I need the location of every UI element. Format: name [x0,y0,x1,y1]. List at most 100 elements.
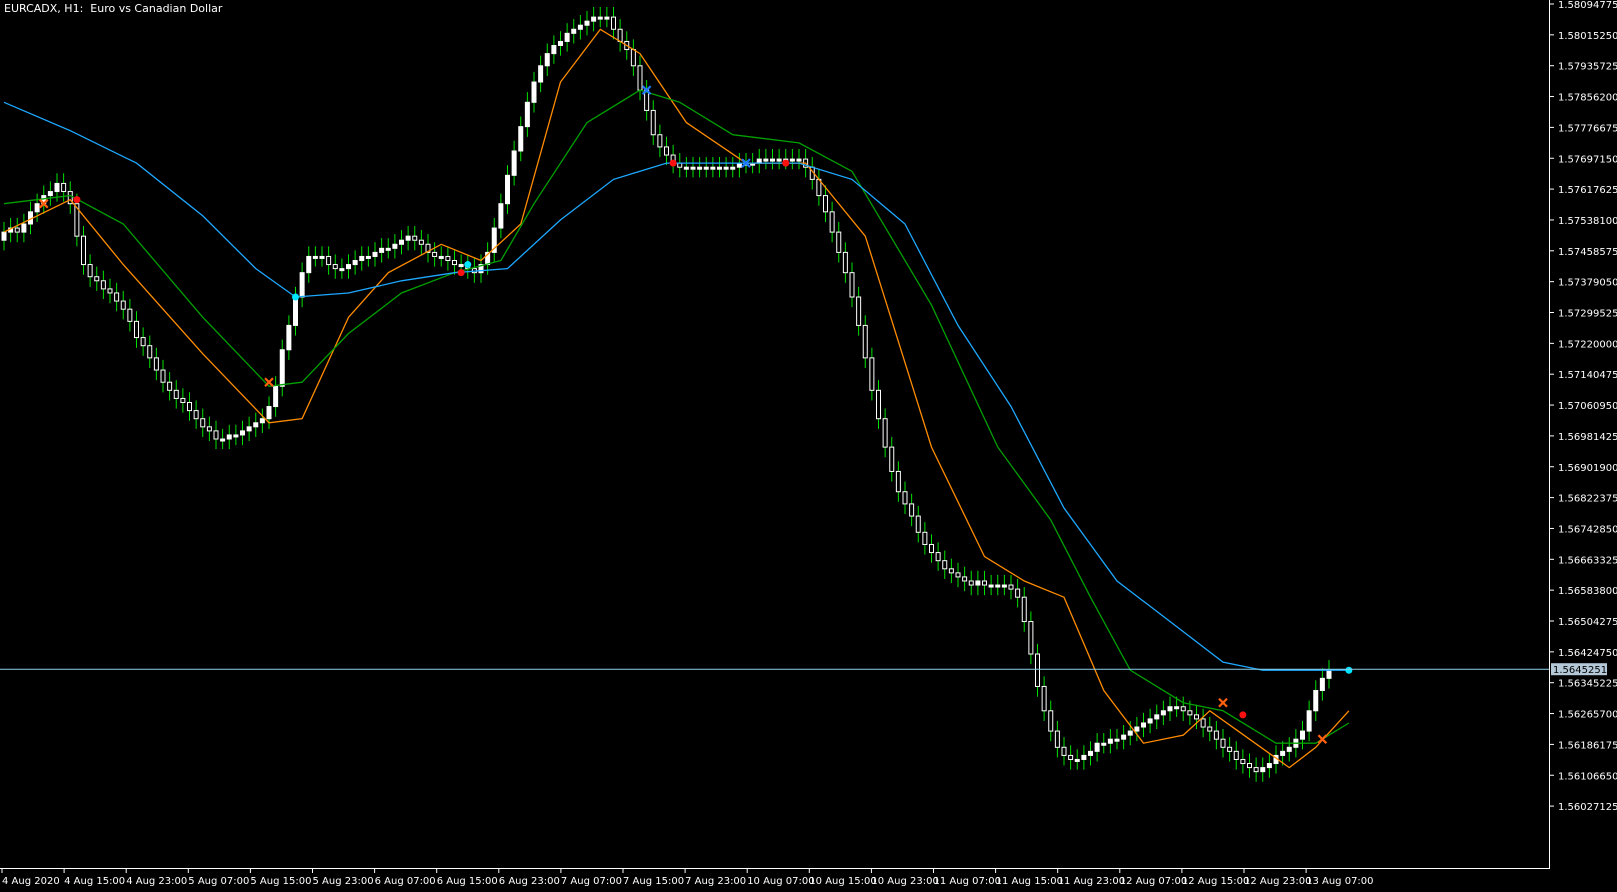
candle-body [524,101,530,128]
candle-body [988,584,994,588]
candle-body [1154,714,1160,720]
candle-body [1035,653,1040,687]
y-tick-label: 1.56504275 [1558,617,1617,628]
y-tick-label: 1.56901900 [1558,463,1617,474]
y-tick-label: 1.57776675 [1558,123,1617,134]
candle-body [326,255,332,266]
candle-body [856,296,862,326]
candle-body [339,268,345,272]
candle-body [359,255,365,262]
candle-body [1160,710,1166,716]
candle-body [94,276,100,282]
candle-body [1107,738,1113,744]
candle-body [1266,763,1272,769]
candle-body [869,357,875,391]
y-tick-label: 1.57379050 [1558,278,1617,289]
y-tick-label: 1.56424750 [1558,648,1617,659]
candle-body [120,300,126,310]
candle-body [259,418,265,424]
candle-body [1134,726,1140,732]
candle-body [180,397,186,403]
x-tick-label: 4 Aug 2020 [2,876,60,887]
candle-body [134,320,139,339]
x-tick-label: 6 Aug 15:00 [437,876,498,887]
x-tick-label: 11 Aug 07:00 [934,876,1001,887]
candle-body [432,251,438,257]
candle-body [1121,734,1127,740]
candle-body [955,572,961,578]
candle-body [1247,763,1252,769]
candle-body [81,235,86,266]
candle-body [1300,730,1305,740]
candle-body [87,264,93,278]
candle-body [1227,746,1233,752]
y-tick-label: 1.57140475 [1558,370,1617,381]
y-tick-label: 1.57220000 [1558,339,1617,350]
y-tick-label: 1.57299525 [1558,309,1617,320]
x-tick-label: 10 Aug 23:00 [871,876,938,887]
x-tick-label: 5 Aug 07:00 [188,876,249,887]
signal-dot [292,293,299,301]
candle-body [240,430,245,436]
candle-body [299,272,305,298]
candle-body [922,531,928,545]
x-tick-label: 13 Aug 07:00 [1306,876,1373,887]
candle-body [505,174,510,205]
candle-body [220,438,226,442]
candle-body [1127,730,1133,736]
x-tick-label: 10 Aug 15:00 [809,876,876,887]
candle-body [571,28,577,34]
candle-body [1174,706,1180,710]
candle-body [379,247,385,253]
y-tick-label: 1.57697150 [1558,154,1617,165]
candle-body [114,292,120,302]
candle-body [544,53,550,67]
candle-body [21,223,27,233]
y-tick-label: 1.58094775 [1558,0,1617,11]
candle-body [1326,669,1332,679]
candle-body [100,280,106,290]
candle-body [385,247,391,251]
candle-body [604,16,610,20]
chart-canvas[interactable]: 1.58094775 1.58015250 1.57935725 1.57856200… [0,0,1617,888]
candle-body [895,470,901,493]
candle-body [763,158,769,162]
x-tick-label: 7 Aug 07:00 [561,876,622,887]
candle-body [1094,742,1100,752]
candle-body [1101,742,1107,746]
candle-body [1114,738,1120,742]
candle-body [167,381,173,391]
candle-body [1015,588,1021,598]
candle-body [14,227,20,233]
candle-body [789,158,795,162]
candle-body [1061,746,1067,756]
candle-body [399,239,404,245]
price-chart[interactable]: 1.58094775 1.58015250 1.57935725 1.57856200… [0,0,1617,888]
candle-body [1286,746,1292,752]
candle-body [1240,758,1246,765]
candle-body [1280,750,1286,756]
candle-body [909,503,915,517]
candle-body [445,255,451,262]
candle-body [736,162,742,168]
candle-body [929,543,934,554]
candle-body [690,166,696,170]
candle-body [942,560,948,570]
x-tick-label: 12 Aug 23:00 [1244,876,1311,887]
candle-body [683,166,689,170]
candle-body [61,182,67,193]
candle-body [882,418,888,448]
y-tick-label: 1.57458575 [1558,247,1617,258]
candle-body [657,134,663,148]
candle-body [273,385,279,408]
candle-body [630,49,636,67]
candle-body [717,166,722,170]
y-tick-label: 1.57617625 [1558,185,1617,196]
y-tick-label: 1.56106650 [1558,771,1617,782]
signal-dot [1239,711,1247,719]
candle-body [975,580,981,586]
candle-body [1068,754,1074,760]
candle-body [452,260,457,266]
candle-body [1194,714,1199,720]
candle-body [1028,621,1034,655]
